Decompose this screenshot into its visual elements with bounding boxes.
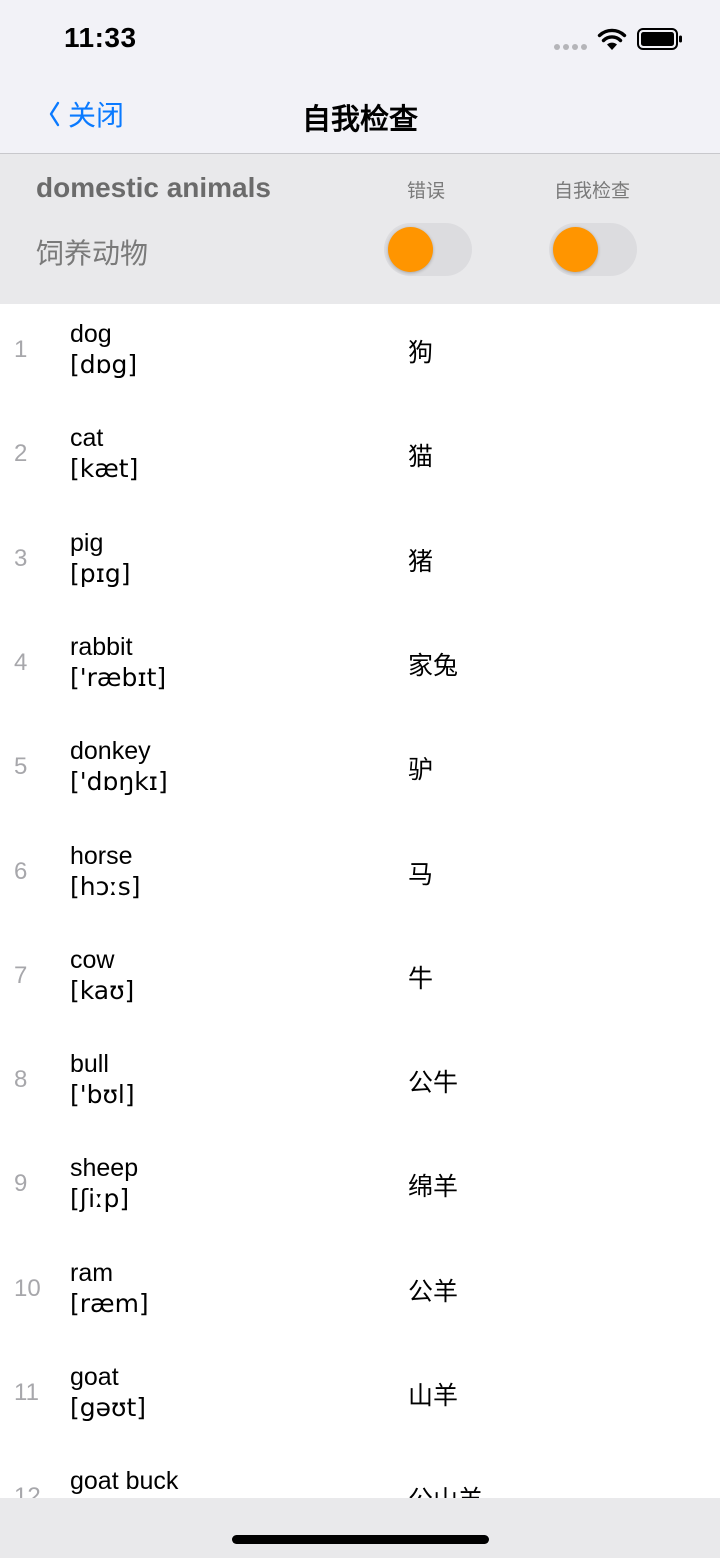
category-subtitle: 饲养动物 — [36, 238, 149, 269]
row-meaning: 山羊 — [408, 1381, 459, 1410]
navigation-bar: 关闭 自我检查 — [0, 80, 720, 154]
row-index: 7 — [14, 961, 28, 989]
row-phonetic: ['bʊl] — [70, 1080, 135, 1110]
row-word: goat — [70, 1363, 119, 1391]
list-header: domestic animals 饲养动物 错误 自我检查 — [0, 154, 720, 304]
row-index: 6 — [14, 857, 28, 885]
row-phonetic: [ræm] — [70, 1288, 149, 1318]
bottom-bar — [0, 1498, 720, 1558]
row-phonetic: [hɔːs] — [70, 871, 141, 901]
word-row[interactable]: 8 bull ['bʊl] 公牛 — [0, 1034, 720, 1138]
page-title: 自我检查 — [301, 104, 418, 136]
row-word: pig — [70, 528, 104, 557]
toggle-knob — [553, 227, 598, 272]
row-phonetic: [kæt] — [70, 454, 139, 484]
self-check-toggle-label: 自我检查 — [553, 181, 630, 202]
row-phonetic: [gəʊt] — [70, 1393, 147, 1422]
wifi-icon — [597, 28, 627, 50]
word-row[interactable]: 12 goat buck 公山羊 — [0, 1451, 720, 1498]
row-meaning: 绵羊 — [408, 1172, 459, 1202]
row-meaning: 狗 — [408, 338, 434, 367]
row-word: cat — [70, 424, 104, 453]
word-row[interactable]: 4 rabbit ['ræbɪt] 家兔 — [0, 617, 720, 721]
row-meaning: 牛 — [408, 963, 434, 993]
row-index: 10 — [14, 1274, 41, 1302]
row-phonetic: [ʃiːp] — [70, 1184, 130, 1214]
row-meaning: 猪 — [408, 546, 434, 576]
battery-icon — [637, 28, 682, 50]
row-meaning: 猫 — [408, 442, 434, 472]
row-meaning: 驴 — [408, 755, 434, 785]
row-index: 1 — [14, 336, 28, 363]
row-index: 4 — [14, 648, 28, 676]
row-word: dog — [70, 320, 112, 348]
row-phonetic: [dɒg] — [70, 350, 138, 379]
row-index: 9 — [14, 1170, 28, 1198]
word-row[interactable]: 2 cat [kæt] 猫 — [0, 408, 720, 512]
word-row[interactable]: 11 goat [gəʊt] 山羊 — [0, 1347, 720, 1451]
word-row[interactable]: 6 horse [hɔːs] 马 — [0, 826, 720, 930]
home-indicator[interactable] — [232, 1535, 489, 1544]
row-word: donkey — [70, 737, 151, 766]
row-meaning: 公山羊 — [408, 1480, 483, 1498]
row-word: horse — [70, 841, 133, 870]
status-bar: 11:33 — [0, 0, 720, 80]
word-list[interactable]: 1 dog [dɒg] 狗 2 cat [kæt] 猫 3 pig [pɪg] 猪 4 rabbit ['r… — [0, 304, 720, 1498]
category-title: domestic animals — [36, 172, 271, 203]
word-row[interactable]: 10 ram [ræm] 公羊 — [0, 1243, 720, 1347]
row-phonetic: ['dɒŋkɪ] — [70, 767, 168, 797]
row-index: 11 — [14, 1379, 39, 1406]
row-meaning: 公羊 — [408, 1276, 459, 1306]
row-meaning: 公牛 — [408, 1068, 459, 1098]
word-row[interactable]: 9 sheep [ʃiːp] 绵羊 — [0, 1138, 720, 1242]
row-phonetic: [kaʊ] — [70, 975, 135, 1005]
row-word: ram — [70, 1258, 114, 1287]
row-meaning: 家兔 — [408, 650, 459, 680]
row-index: 12 — [14, 1483, 41, 1498]
word-row[interactable]: 5 donkey ['dɒŋkɪ] 驴 — [0, 721, 720, 825]
row-phonetic: [pɪg] — [70, 558, 131, 588]
row-word: bull — [70, 1050, 109, 1079]
word-row[interactable]: 3 pig [pɪg] 猪 — [0, 513, 720, 617]
status-time: 11:33 — [64, 22, 137, 53]
error-toggle[interactable] — [384, 223, 472, 276]
word-row[interactable]: 7 cow [kaʊ] 牛 — [0, 930, 720, 1034]
row-index: 2 — [14, 440, 28, 468]
toggle-knob — [388, 227, 433, 272]
cellular-signal-icon — [554, 44, 588, 50]
self-check-toggle[interactable] — [549, 223, 637, 276]
error-toggle-label: 错误 — [406, 181, 445, 202]
row-meaning: 马 — [408, 859, 434, 889]
row-index: 5 — [14, 753, 28, 781]
row-word: rabbit — [70, 632, 133, 661]
row-word: cow — [70, 945, 115, 974]
row-phonetic: ['ræbɪt] — [70, 662, 167, 692]
row-word: goat buck — [70, 1467, 179, 1496]
row-index: 3 — [14, 544, 28, 572]
row-word: sheep — [70, 1154, 139, 1183]
word-row[interactable]: 1 dog [dɒg] 狗 — [0, 304, 720, 408]
row-index: 8 — [14, 1066, 28, 1094]
